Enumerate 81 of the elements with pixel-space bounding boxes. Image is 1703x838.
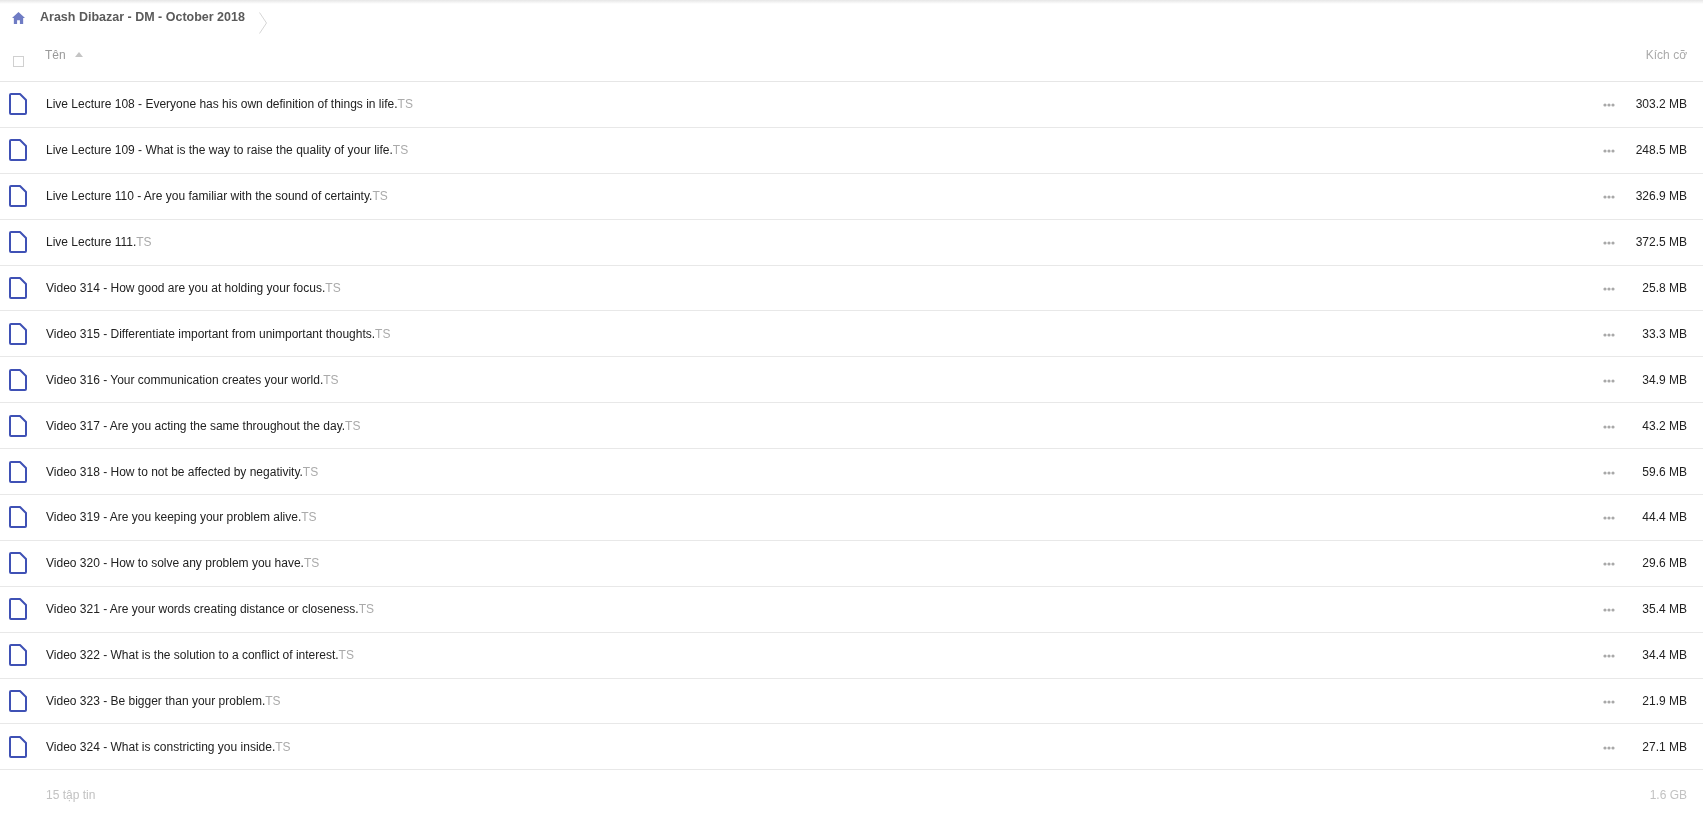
file-row[interactable]: Video 321 - Are your words creating distance or closeness.TS 35.4 MB <box>0 586 1703 633</box>
file-icon <box>9 185 27 208</box>
home-icon[interactable] <box>12 11 25 24</box>
file-name[interactable]: Video 319 - Are you keeping your problem alive.TS <box>46 508 317 527</box>
file-icon <box>9 690 27 712</box>
file-size: 43.2 MB <box>1642 417 1687 435</box>
file-name[interactable]: Live Lecture 109 - What is the way to raise the quality of your life.TS <box>46 141 409 160</box>
file-row[interactable]: Video 322 - What is the solution to a conflict of interest.TS 34.4 MB <box>0 632 1703 679</box>
more-options-icon[interactable] <box>1603 562 1615 567</box>
select-all-checkbox[interactable] <box>13 55 24 67</box>
more-options-icon[interactable] <box>1603 195 1615 200</box>
file-row[interactable]: Live Lecture 111.TS 372.5 MB <box>0 219 1703 266</box>
file-name[interactable]: Live Lecture 108 - Everyone has his own definition of things in life.TS <box>46 95 413 114</box>
file-row[interactable]: Live Lecture 109 - What is the way to raise the quality of your life.TS 248.5 MB <box>0 127 1703 174</box>
file-size: 303.2 MB <box>1635 96 1687 114</box>
more-options-icon[interactable] <box>1603 332 1615 337</box>
file-row[interactable]: Video 318 - How to not be affected by negativity.TS 59.6 MB <box>0 449 1703 495</box>
file-icon <box>9 552 27 575</box>
file-name[interactable]: Video 323 - Be bigger than your problem.TS <box>46 692 281 710</box>
file-name[interactable]: Video 321 - Are your words creating distance or closeness.TS <box>46 600 374 619</box>
file-name[interactable]: Video 317 - Are you acting the same throughout the day.TS <box>46 416 361 435</box>
chevron-separator-icon <box>258 11 267 34</box>
file-size: 59.6 MB <box>1642 463 1687 481</box>
more-options-icon[interactable] <box>1603 470 1615 475</box>
more-options-icon[interactable] <box>1603 700 1615 704</box>
file-icon <box>9 277 27 299</box>
file-row[interactable]: Video 316 - Your communication creates your world.TS 34.9 MB <box>0 357 1703 404</box>
file-icon <box>9 506 27 529</box>
file-icon <box>9 598 27 621</box>
file-row[interactable]: Video 314 - How good are you at holding your focus.TS 25.8 MB <box>0 265 1703 312</box>
file-icon <box>9 735 27 758</box>
file-row[interactable]: Video 319 - Are you keeping your problem alive.TS 44.4 MB <box>0 495 1703 541</box>
file-row[interactable]: Video 317 - Are you acting the same throughout the day.TS 43.2 MB <box>0 403 1703 450</box>
file-name[interactable]: Video 322 - What is the solution to a conflict of interest.TS <box>46 646 354 665</box>
file-size: 33.3 MB <box>1642 325 1687 343</box>
more-options-icon[interactable] <box>1603 654 1615 659</box>
breadcrumb-item[interactable]: Arash Dibazar - DM - October 2018 <box>40 8 245 27</box>
file-size: 35.4 MB <box>1642 601 1687 619</box>
file-size: 372.5 MB <box>1635 234 1687 252</box>
file-size: 27.1 MB <box>1642 738 1687 756</box>
more-options-icon[interactable] <box>1603 149 1615 154</box>
file-icon <box>9 322 27 345</box>
file-size: 248.5 MB <box>1635 142 1687 160</box>
more-options-icon[interactable] <box>1603 103 1615 108</box>
file-row[interactable]: Live Lecture 110 - Are you familiar with the sound of certainty.TS 326.9 MB <box>0 173 1703 220</box>
more-options-icon[interactable] <box>1603 424 1615 429</box>
file-size: 25.8 MB <box>1642 280 1687 297</box>
file-icon <box>9 231 27 254</box>
file-icon <box>9 644 27 667</box>
total-size: 1.6 GB <box>1649 787 1687 805</box>
file-size: 326.9 MB <box>1635 188 1687 206</box>
file-icon <box>9 93 27 116</box>
file-name[interactable]: Video 315 - Differentiate important from unimportant thoughts.TS <box>46 324 391 343</box>
file-name[interactable]: Video 324 - What is constricting you inside.TS <box>46 737 291 756</box>
file-name[interactable]: Video 318 - How to not be affected by negativity.TS <box>46 462 319 481</box>
file-row[interactable]: Video 323 - Be bigger than your problem.TS 21.9 MB <box>0 678 1703 725</box>
file-icon <box>9 460 27 483</box>
file-size: 34.4 MB <box>1642 647 1687 665</box>
file-row[interactable]: Video 315 - Differentiate important from unimportant thoughts.TS 33.3 MB <box>0 311 1703 358</box>
more-options-icon[interactable] <box>1603 516 1615 521</box>
file-icon <box>9 139 27 162</box>
file-row[interactable]: Live Lecture 108 - Everyone has his own definition of things in life.TS 303.2 MB <box>0 82 1703 128</box>
file-row[interactable]: Video 324 - What is constricting you inside.TS 27.1 MB <box>0 724 1703 771</box>
file-icon <box>9 414 27 437</box>
file-size: 21.9 MB <box>1642 693 1687 710</box>
file-size: 34.9 MB <box>1642 371 1687 389</box>
file-icon <box>9 368 27 391</box>
file-name[interactable]: Live Lecture 110 - Are you familiar with the sound of certainty.TS <box>46 187 388 206</box>
file-row[interactable]: Video 320 - How to solve any problem you have.TS 29.6 MB <box>0 540 1703 587</box>
more-options-icon[interactable] <box>1603 241 1615 246</box>
file-name[interactable]: Video 320 - How to solve any problem you have.TS <box>46 554 320 573</box>
file-name[interactable]: Live Lecture 111.TS <box>46 233 152 252</box>
file-name[interactable]: Video 316 - Your communication creates your world.TS <box>46 370 339 389</box>
more-options-icon[interactable] <box>1603 745 1615 750</box>
file-count: 15 tập tin <box>46 787 96 805</box>
more-options-icon[interactable] <box>1603 608 1615 613</box>
file-size: 44.4 MB <box>1642 509 1687 527</box>
file-size: 29.6 MB <box>1642 555 1687 573</box>
file-name[interactable]: Video 314 - How good are you at holding your focus.TS <box>46 279 341 297</box>
more-options-icon[interactable] <box>1603 378 1615 383</box>
more-options-icon[interactable] <box>1603 287 1615 291</box>
